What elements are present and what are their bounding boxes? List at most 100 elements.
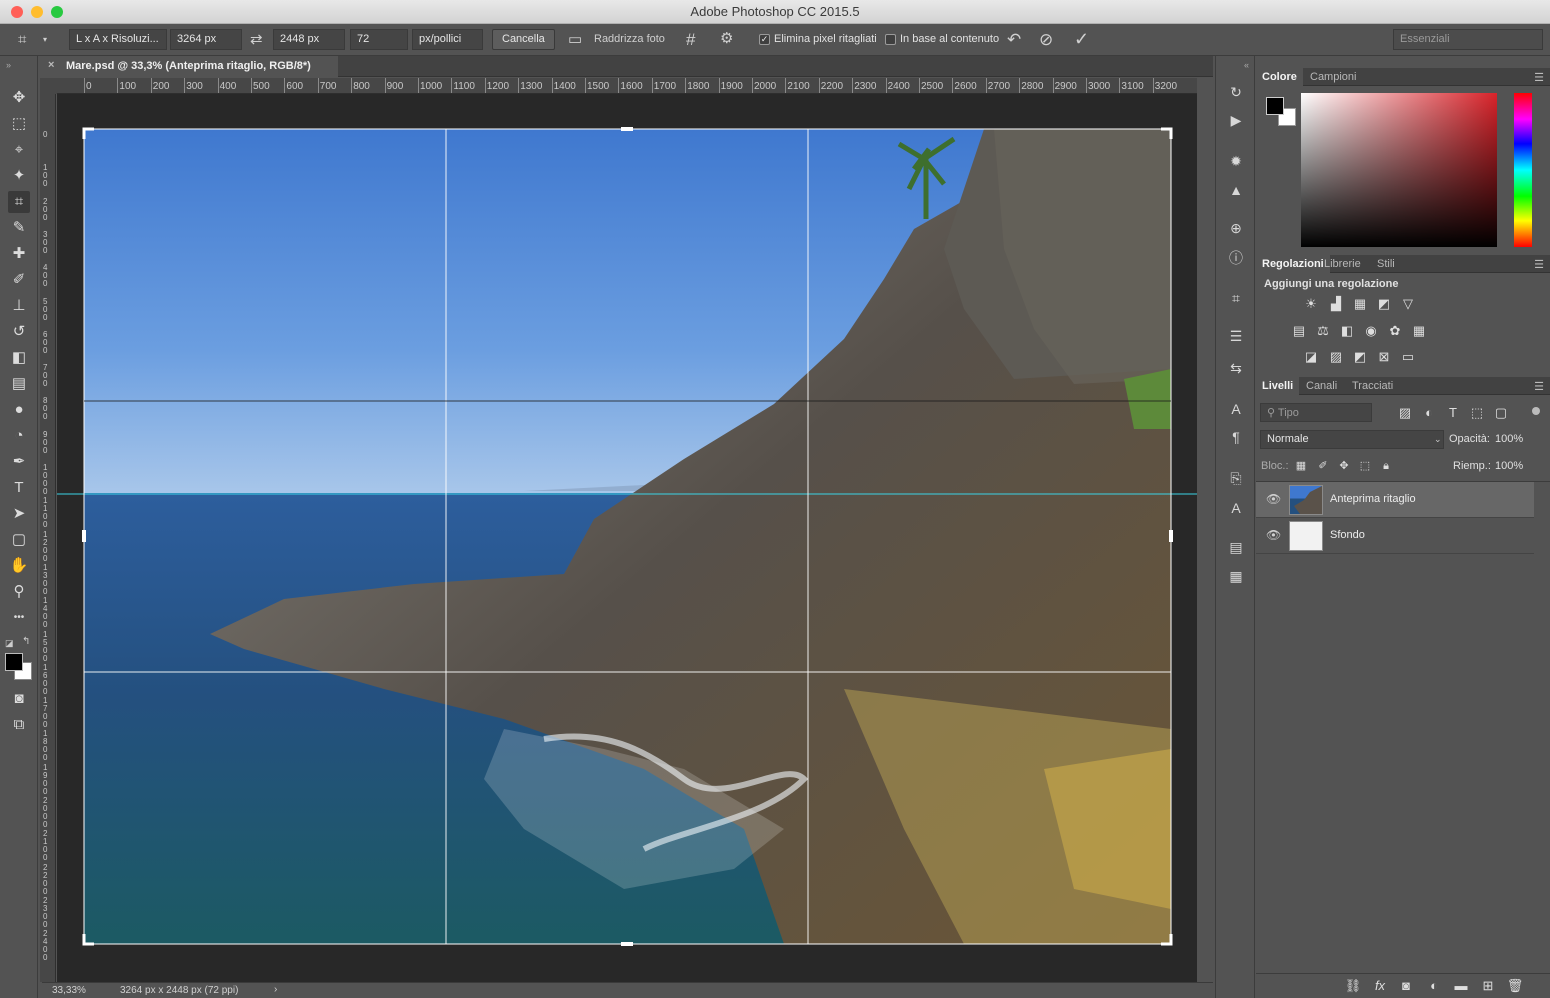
invert-icon[interactable]: ◪ — [1302, 349, 1320, 365]
gradient-tool[interactable]: ▤ — [8, 373, 30, 395]
resolution-input[interactable]: 72 — [350, 29, 408, 50]
brushes-icon[interactable]: ▲ — [1225, 180, 1247, 200]
crop-preset-icon[interactable]: ⌗ — [18, 32, 26, 47]
color-balance-icon[interactable]: ⚖ — [1314, 323, 1332, 339]
threshold-icon[interactable]: ◩ — [1351, 349, 1369, 365]
tab-libraries[interactable]: Librerie — [1318, 255, 1367, 273]
cancel-crop-icon[interactable]: ⊘ — [1039, 31, 1053, 48]
channel-mixer-icon[interactable]: ✿ — [1386, 323, 1404, 339]
document-tab[interactable]: × Mare.psd @ 33,3% (Anteprima ritaglio, … — [42, 56, 338, 77]
zoom-level[interactable]: 33,33% — [52, 985, 86, 996]
width-input[interactable]: 3264 px — [170, 29, 242, 50]
delete-cropped-checkbox[interactable]: ✓ — [759, 34, 770, 45]
exposure-icon[interactable]: ◩ — [1375, 296, 1393, 312]
photo-filter-icon[interactable]: ◉ — [1362, 323, 1380, 339]
blur-tool[interactable]: ● — [8, 399, 30, 421]
new-group-icon[interactable]: ▬ — [1452, 978, 1470, 994]
opacity-value[interactable]: 100% — [1495, 433, 1523, 445]
resolution-unit-select[interactable]: px/pollici — [412, 29, 483, 50]
panel-menu-icon[interactable]: ☰ — [1534, 380, 1544, 393]
brightness-icon[interactable]: ☀ — [1302, 296, 1320, 312]
marquee-tool[interactable]: ⬚ — [8, 113, 30, 135]
lock-pixels-icon[interactable]: ✐ — [1314, 458, 1332, 474]
add-mask-icon[interactable]: ◙ — [1397, 978, 1415, 994]
tab-swatches[interactable]: Campioni — [1304, 68, 1362, 86]
default-colors-icon[interactable]: ◪ — [5, 638, 14, 649]
blend-mode-select[interactable]: Normale — [1260, 430, 1444, 449]
commit-crop-icon[interactable]: ✓ — [1074, 30, 1089, 48]
timeline-icon[interactable]: ▦ — [1225, 566, 1247, 586]
panel-menu-icon[interactable]: ☰ — [1534, 258, 1544, 271]
filter-type-icon[interactable]: T — [1444, 405, 1462, 421]
collapse-strip-icon[interactable]: « — [1244, 60, 1249, 70]
layer-row-background[interactable]: 👁︎ Sfondo — [1256, 518, 1534, 554]
visibility-eye-icon[interactable]: 👁︎ — [1266, 492, 1281, 506]
eraser-tool[interactable]: ◧ — [8, 347, 30, 369]
height-input[interactable]: 2448 px — [273, 29, 345, 50]
ratio-preset-select[interactable]: L x A x Risoluzi... — [69, 29, 167, 50]
pen-tool[interactable]: ✒ — [8, 451, 30, 473]
zoom-tool[interactable]: ⚲ — [8, 581, 30, 603]
link-layers-icon[interactable]: ⛓ — [1344, 978, 1362, 994]
lock-artboard-icon[interactable]: ⬚ — [1356, 458, 1374, 474]
chevron-down-icon[interactable]: ▾ — [43, 36, 47, 44]
notes-icon[interactable]: ▤ — [1225, 537, 1247, 557]
filter-smart-object-icon[interactable]: ▢ — [1492, 405, 1510, 421]
more-tools[interactable]: ••• — [8, 607, 30, 629]
color-lookup-icon[interactable]: ▦ — [1410, 323, 1428, 339]
character-icon[interactable]: A — [1225, 399, 1247, 419]
shape-tool[interactable]: ▢ — [8, 529, 30, 551]
hand-tool[interactable]: ✋ — [8, 555, 30, 577]
brush-settings-icon[interactable]: ✹ — [1225, 151, 1247, 171]
quick-mask-icon[interactable]: ◙ — [8, 688, 30, 710]
horizontal-ruler[interactable]: 0 100 200 300 400 500 600 700 800 900 1000 1100 1200… — [57, 78, 1197, 94]
content-aware-label[interactable]: In base al contenuto — [900, 33, 999, 45]
gear-icon[interactable]: ⚙ — [720, 31, 733, 46]
properties-icon[interactable]: ☰ — [1225, 326, 1247, 346]
clone-stamp-tool[interactable]: ⊥ — [8, 295, 30, 317]
gradient-map-icon[interactable]: ▭ — [1399, 349, 1417, 365]
tab-channels[interactable]: Canali — [1300, 377, 1343, 395]
grid-overlay-icon[interactable]: # — [686, 31, 695, 48]
tab-styles[interactable]: Stili — [1371, 255, 1401, 273]
foreground-color-swatch[interactable] — [5, 653, 23, 671]
hue-slider[interactable] — [1514, 93, 1532, 247]
screen-mode-icon[interactable]: ⧉ — [8, 714, 30, 736]
panel-menu-icon[interactable]: ☰ — [1534, 71, 1544, 84]
trash-icon[interactable]: 🗑︎ — [1506, 978, 1524, 994]
color-field[interactable] — [1301, 93, 1497, 247]
tool-presets-icon[interactable]: ⌗ — [1225, 288, 1247, 308]
new-adjustment-icon[interactable]: ◐ — [1425, 978, 1443, 994]
history-icon[interactable]: ↻ — [1225, 82, 1247, 102]
crop-overlay[interactable] — [57, 94, 1197, 982]
swap-colors-icon[interactable]: ↰ — [22, 636, 30, 647]
collapse-icon[interactable]: » — [6, 60, 11, 70]
brush-tool[interactable]: ✐ — [8, 269, 30, 291]
filter-adjustment-icon[interactable]: ◐ — [1420, 405, 1438, 421]
fill-value[interactable]: 100% — [1495, 460, 1523, 472]
black-white-icon[interactable]: ◧ — [1338, 323, 1356, 339]
layer-style-icon[interactable]: fx — [1371, 978, 1389, 994]
healing-brush-tool[interactable]: ✚ — [8, 243, 30, 265]
eyedropper-tool[interactable]: ✎ — [8, 217, 30, 239]
paragraph-icon[interactable]: ¶ — [1225, 427, 1247, 447]
lasso-tool[interactable]: ⌖ — [8, 139, 30, 161]
lock-position-icon[interactable]: ✥ — [1335, 458, 1353, 474]
tab-layers[interactable]: Livelli — [1256, 377, 1300, 395]
clear-button[interactable]: Cancella — [492, 29, 555, 50]
straighten-icon[interactable]: ▭ — [568, 32, 582, 47]
tab-paths[interactable]: Tracciati — [1346, 377, 1399, 395]
hue-saturation-icon[interactable]: ▤ — [1290, 323, 1308, 339]
layer-row-crop-preview[interactable]: 👁︎ Anteprima ritaglio — [1256, 482, 1534, 518]
levels-icon[interactable]: ▟ — [1327, 296, 1345, 312]
selective-color-icon[interactable]: ⊠ — [1375, 349, 1393, 365]
lock-transparent-icon[interactable]: ▦ — [1292, 458, 1310, 474]
new-layer-icon[interactable]: ⊞ — [1479, 978, 1497, 994]
crop-tool[interactable]: ⌗ — [8, 191, 30, 213]
posterize-icon[interactable]: ▨ — [1327, 349, 1345, 365]
layer-name[interactable]: Anteprima ritaglio — [1330, 493, 1416, 505]
vertical-ruler[interactable]: 0 100 200 300 400 500 600 700 800 900 1000 1100 1200… — [40, 94, 56, 982]
color-foreground-swatch[interactable] — [1266, 97, 1284, 115]
content-aware-checkbox[interactable] — [885, 34, 896, 45]
status-menu-icon[interactable]: › — [274, 984, 277, 995]
